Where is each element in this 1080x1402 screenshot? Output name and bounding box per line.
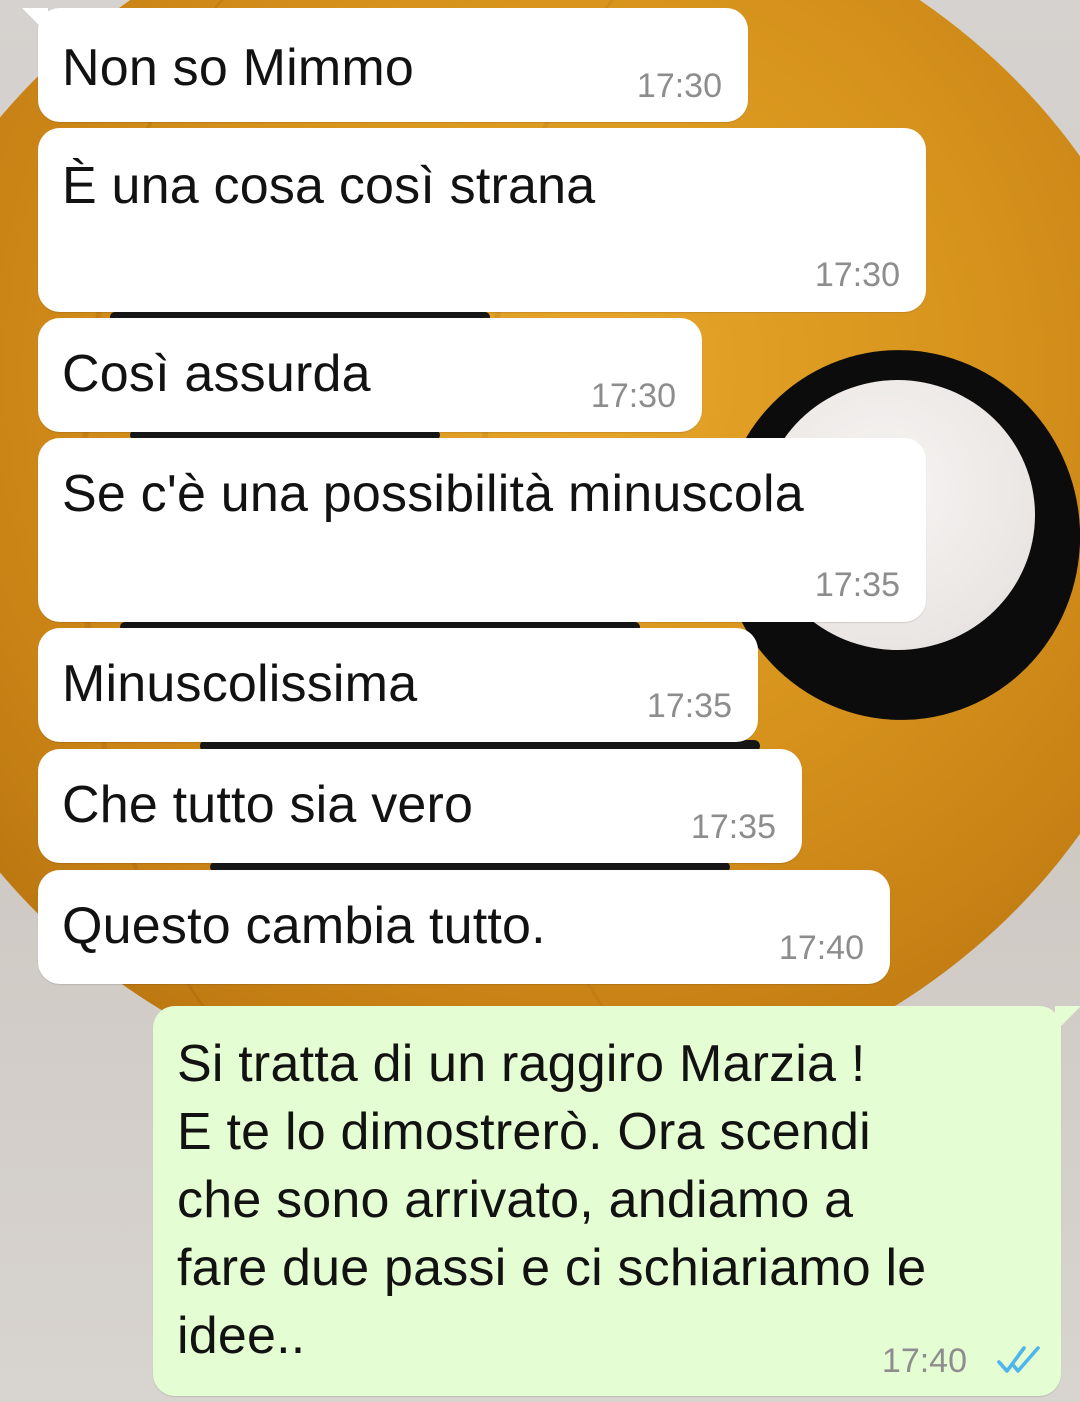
message-time: 17:30 [636,67,722,105]
message-text: Non so Mimmo [62,39,415,97]
message-time: 17:35 [814,566,900,604]
double-check-read-icon [997,1346,1040,1373]
message-time: 17:40 [881,1342,967,1380]
message-text: Questo cambia tutto. [62,897,546,955]
message-bubble-incoming[interactable]: È una cosa così strana 17:30 [38,128,926,312]
message-time: 17:30 [814,256,900,294]
message-bubble-incoming[interactable]: Se c'è una possibilità minuscola 17:35 [38,438,926,622]
message-list[interactable]: Non so Mimmo 17:30 È una cosa così stran… [0,0,1080,1402]
message-bubble-incoming[interactable]: Minuscolissima 17:35 [38,628,758,742]
message-bubble-outgoing[interactable]: Si tratta di un raggiro Marzia ! E te lo… [153,1006,1061,1396]
message-bubble-incoming[interactable]: Che tutto sia vero 17:35 [38,749,802,863]
message-bubble-incoming[interactable]: Così assurda 17:30 [38,318,702,432]
message-bubble-incoming[interactable]: Non so Mimmo 17:30 [38,8,748,122]
message-text: È una cosa così strana [62,157,596,215]
message-time: 17:40 [778,929,864,967]
message-text: Se c'è una possibilità minuscola [62,465,804,523]
message-time: 17:30 [590,377,676,415]
message-text: Minuscolissima [62,655,418,713]
message-time: 17:35 [646,687,732,725]
message-text: Così assurda [62,345,371,403]
message-bubble-incoming[interactable]: Questo cambia tutto. 17:40 [38,870,890,984]
message-time: 17:35 [690,808,776,846]
message-text: Che tutto sia vero [62,776,474,834]
message-text: Si tratta di un raggiro Marzia ! E te lo… [177,1035,927,1365]
